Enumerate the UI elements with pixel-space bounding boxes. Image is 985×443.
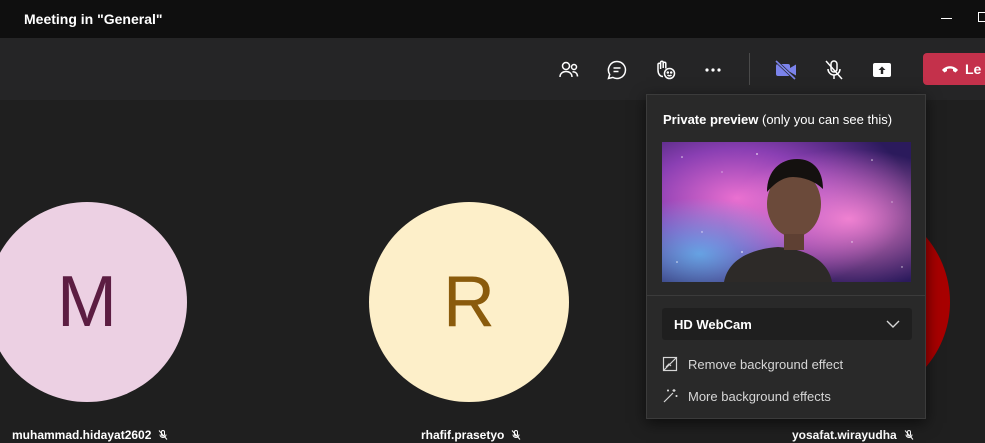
raise-hand-icon bbox=[657, 60, 676, 80]
toolbar-divider bbox=[749, 53, 750, 85]
participant-name: rhafif.prasetyo bbox=[421, 428, 522, 442]
participant-name: yosafat.wirayudha bbox=[792, 428, 915, 442]
window-title: Meeting in "General" bbox=[24, 11, 163, 27]
maximize-button[interactable] bbox=[978, 12, 985, 22]
magic-wand-icon bbox=[663, 389, 678, 403]
remove-background-option[interactable]: Remove background effect bbox=[662, 356, 843, 372]
share-icon bbox=[873, 63, 891, 77]
participants-button[interactable] bbox=[555, 56, 583, 84]
hang-up-icon bbox=[942, 66, 958, 73]
mic-off-icon bbox=[904, 430, 914, 440]
more-background-label: More background effects bbox=[688, 388, 831, 404]
participant-name: muhammad.hidayat2602 bbox=[12, 428, 169, 442]
camera-preview-image bbox=[662, 142, 911, 282]
preview-title: Private preview (only you can see this) bbox=[663, 112, 893, 127]
title-bar: Meeting in "General" bbox=[0, 0, 985, 38]
avatar-initial: R bbox=[443, 262, 495, 342]
remove-background-label: Remove background effect bbox=[688, 356, 844, 372]
chevron-down-icon bbox=[886, 320, 900, 328]
mic-off-icon bbox=[159, 430, 168, 440]
share-button[interactable] bbox=[868, 56, 896, 84]
camera-select-value: HD WebCam bbox=[674, 316, 752, 332]
camera-preview-panel: Private preview (only you can see this) bbox=[646, 94, 926, 419]
chat-button[interactable] bbox=[603, 56, 631, 84]
leave-label: Le bbox=[965, 61, 982, 77]
people-icon bbox=[559, 61, 579, 78]
leave-button[interactable]: Le bbox=[923, 53, 985, 85]
mic-off-icon bbox=[825, 60, 843, 80]
camera-off-icon bbox=[774, 59, 797, 81]
minimize-button[interactable] bbox=[941, 18, 952, 19]
camera-toggle-button[interactable] bbox=[772, 56, 800, 84]
avatar-initial: M bbox=[57, 262, 117, 342]
mic-off-icon bbox=[511, 430, 521, 440]
chat-icon bbox=[607, 60, 627, 80]
more-background-effects-option[interactable]: More background effects bbox=[662, 388, 831, 404]
participant-avatar[interactable]: R bbox=[369, 202, 569, 402]
no-background-icon bbox=[662, 356, 678, 372]
camera-select-dropdown[interactable]: HD WebCam bbox=[662, 308, 912, 340]
more-icon bbox=[705, 68, 721, 72]
more-actions-button[interactable] bbox=[699, 56, 727, 84]
reactions-button[interactable] bbox=[651, 56, 679, 84]
panel-divider bbox=[647, 295, 925, 296]
mic-toggle-button[interactable] bbox=[820, 56, 848, 84]
